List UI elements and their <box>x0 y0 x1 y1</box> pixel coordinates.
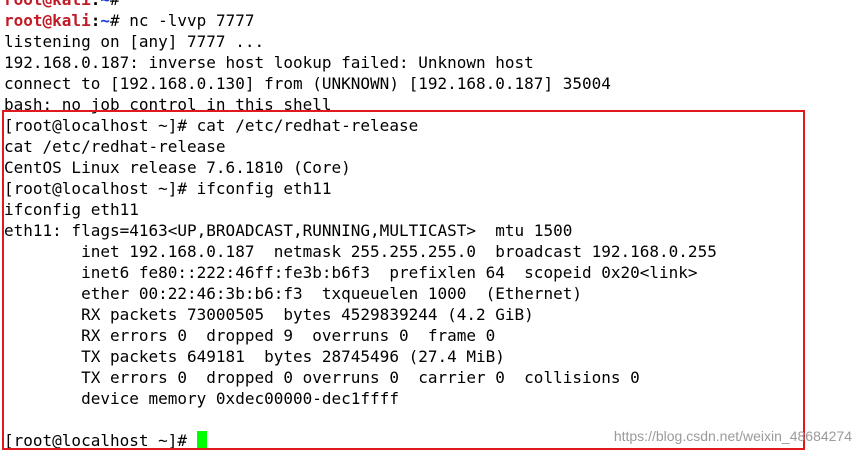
highlight-box <box>2 110 805 450</box>
prompt-user-host: root@kali <box>4 0 91 9</box>
terminal-window[interactable]: root@kali:~# root@kali:~# nc -lvvp 7777 … <box>0 0 862 457</box>
output-line: listening on [any] 7777 ... <box>4 32 265 51</box>
prompt-separator: : <box>91 0 101 9</box>
output-line: connect to [192.168.0.130] from (UNKNOWN… <box>4 74 611 93</box>
prompt-path: ~ <box>100 11 110 30</box>
watermark: https://blog.csdn.net/weixin_48684274 <box>613 428 852 444</box>
prompt-user-host: root@kali <box>4 11 91 30</box>
terminal-line-1: root@kali:~# nc -lvvp 7777 <box>4 10 717 31</box>
prompt-separator: : <box>90 11 101 30</box>
output-line: 192.168.0.187: inverse host lookup faile… <box>4 53 534 72</box>
prompt-symbol: # <box>110 0 129 9</box>
prompt-symbol: # <box>109 11 130 30</box>
prompt-path: ~ <box>100 0 110 9</box>
terminal-line-0: root@kali:~# <box>4 0 717 10</box>
command-text: nc -lvvp 7777 <box>129 11 255 30</box>
